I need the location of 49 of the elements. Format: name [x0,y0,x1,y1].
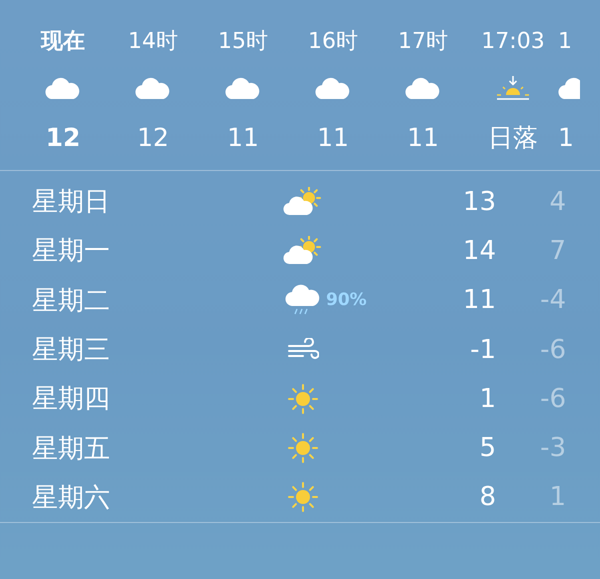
sun-icon [288,384,318,414]
low-temperature: 4 [548,186,566,217]
high-temperature: 8 [478,482,496,512]
high-temperature: 5 [478,433,496,464]
cloud-icon [405,76,441,100]
hour-temperature: 12 [46,122,80,154]
day-name: 星期一 [32,235,111,268]
cloud-icon [225,76,261,100]
hour-time: 现在 [41,28,85,56]
sun-icon [288,433,318,464]
day-name: 星期四 [32,383,111,416]
cloud-icon [45,76,81,100]
sunset-icon [495,75,531,101]
partly-cloudy-icon [283,186,323,217]
low-temperature: -6 [539,384,566,414]
rain-cloud-icon [285,284,321,316]
hour-temperature: 11 [227,122,259,154]
low-temperature: -4 [539,285,566,316]
high-temperature: 11 [462,285,496,316]
hour-temperature: 日落 [488,122,538,154]
day-name: 星期三 [32,334,111,368]
low-temperature: 7 [548,236,566,266]
cloud-icon [135,76,171,100]
hour-temperature: 11 [407,122,439,154]
sun-icon [288,482,318,512]
hour-time: 1 [558,28,572,56]
cloud-icon [315,76,351,100]
hour-temperature: 11 [317,122,349,154]
partly-cloudy-icon [283,236,323,266]
day-name: 星期日 [32,186,111,220]
high-temperature: -1 [469,334,496,365]
hour-temperature: 1 [558,122,574,154]
day-name: 星期六 [32,482,111,515]
hour-time: 16时 [308,28,358,56]
hour-time: 15时 [218,28,268,56]
high-temperature: 14 [462,236,496,266]
high-temperature: 1 [478,384,496,414]
hour-time: 14时 [128,28,178,56]
low-temperature: -6 [539,334,566,365]
low-temperature: 1 [548,482,566,512]
low-temperature: -3 [539,433,566,464]
hour-temperature: 12 [137,122,169,154]
wind-icon [287,338,319,362]
day-name: 星期五 [32,432,111,466]
hour-time: 17:03 [481,28,545,56]
high-temperature: 13 [462,186,496,217]
day-name: 星期二 [32,284,111,318]
hour-time: 17时 [398,28,448,56]
precipitation-chance: 90% [326,290,368,310]
